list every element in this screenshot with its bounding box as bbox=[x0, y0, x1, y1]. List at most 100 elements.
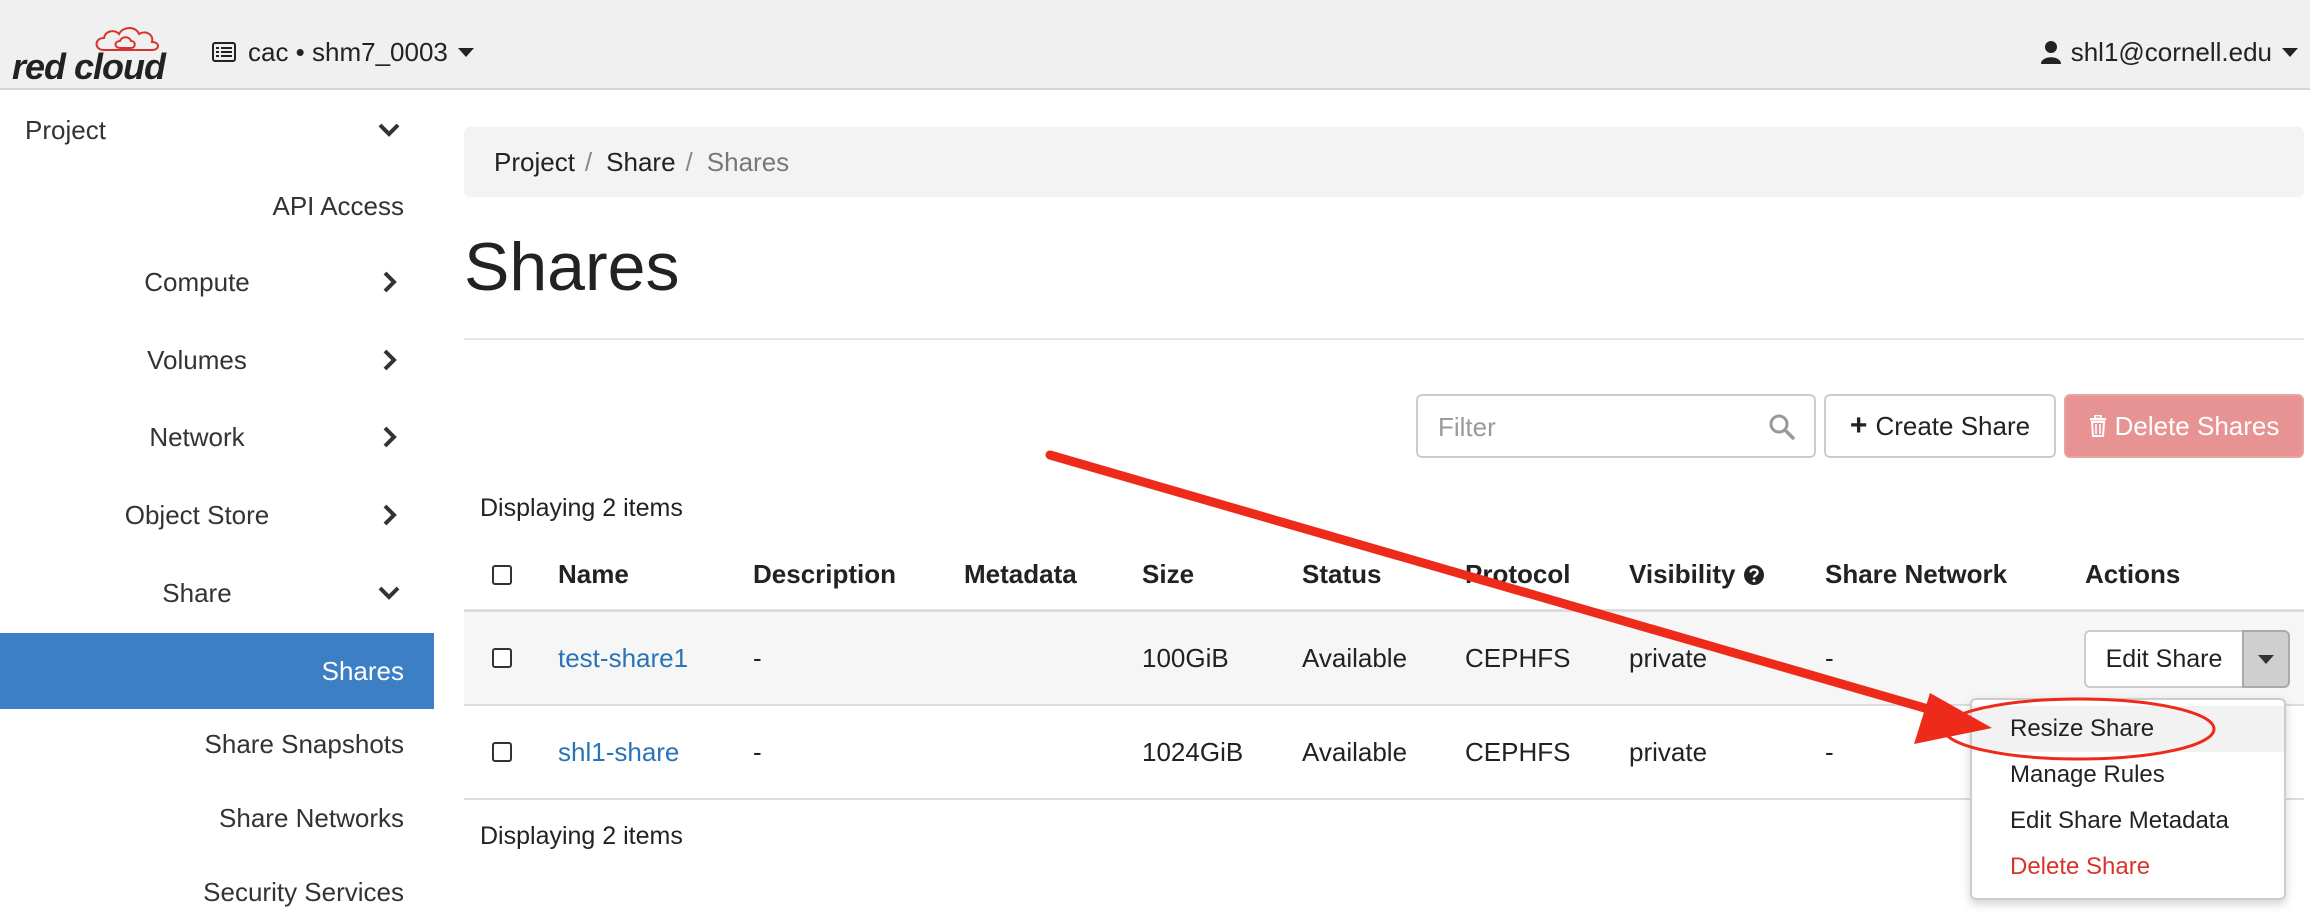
question-circle-icon[interactable] bbox=[1743, 564, 1765, 586]
logo-text: red cloud bbox=[12, 46, 166, 87]
sidebar-item-api-access[interactable]: API Access bbox=[0, 168, 434, 244]
sidebar: Project API Access Compute Volumes Netwo… bbox=[0, 92, 434, 916]
row-select-cell bbox=[492, 706, 512, 798]
column-header-share-network[interactable]: Share Network bbox=[1825, 540, 2007, 609]
share-visibility: private bbox=[1629, 642, 1708, 673]
create-share-label: Create Share bbox=[1875, 410, 2031, 441]
plus-icon: + bbox=[1849, 409, 1868, 442]
project-name: cac • shm7_0003 bbox=[248, 36, 448, 67]
share-status: Available bbox=[1302, 736, 1408, 767]
breadcrumb: Project / Share / Shares bbox=[464, 127, 2304, 197]
column-header-protocol[interactable]: Protocol bbox=[1465, 540, 1570, 609]
chevron-down-icon bbox=[378, 123, 400, 137]
select-all-cell bbox=[492, 540, 512, 609]
share-size: 1024GiB bbox=[1142, 736, 1244, 767]
filter-box bbox=[1416, 394, 1816, 458]
title-divider bbox=[464, 338, 2304, 340]
menu-item-resize-share[interactable]: Resize Share bbox=[1972, 706, 2284, 752]
sidebar-item-share-snapshots[interactable]: Share Snapshots bbox=[0, 706, 434, 782]
filter-input[interactable] bbox=[1438, 408, 1758, 446]
column-header-actions: Actions bbox=[2085, 559, 2181, 589]
chevron-right-icon bbox=[383, 271, 397, 293]
sidebar-item-share[interactable]: Share bbox=[0, 555, 434, 631]
sidebar-item-label: Share Snapshots bbox=[204, 728, 404, 759]
red-cloud-logo[interactable]: red cloud bbox=[12, 24, 166, 87]
sidebar-item-label: API Access bbox=[272, 190, 405, 221]
sidebar-item-label: Share bbox=[162, 577, 232, 608]
menu-item-edit-share-metadata[interactable]: Edit Share Metadata bbox=[1972, 798, 2284, 844]
user-icon bbox=[2040, 41, 2061, 64]
caret-down-icon bbox=[2282, 47, 2298, 57]
share-protocol: CEPHFS bbox=[1465, 642, 1571, 673]
delete-shares-label: Delete Shares bbox=[2114, 410, 2280, 441]
sidebar-item-network[interactable]: Network bbox=[0, 399, 434, 475]
sidebar-item-share-networks[interactable]: Share Networks bbox=[0, 780, 434, 856]
trash-icon bbox=[2089, 415, 2106, 437]
share-status: Available bbox=[1302, 642, 1408, 673]
column-header-name[interactable]: Name bbox=[558, 540, 629, 609]
share-visibility: private bbox=[1629, 736, 1708, 767]
row-checkbox[interactable] bbox=[492, 648, 512, 668]
sidebar-item-label: Compute bbox=[144, 266, 250, 297]
row-select-cell bbox=[492, 612, 512, 704]
sidebar-item-project[interactable]: Project bbox=[0, 92, 434, 168]
select-all-checkbox[interactable] bbox=[492, 564, 512, 585]
create-share-button[interactable]: + Create Share bbox=[1824, 394, 2056, 458]
project-selector[interactable]: cac • shm7_0003 bbox=[212, 34, 474, 70]
row-actions-split-button: Edit Share bbox=[2084, 630, 2290, 688]
sidebar-item-object-store[interactable]: Object Store bbox=[0, 477, 434, 553]
table-header-row: Name Description Metadata Size Status Pr… bbox=[464, 540, 2304, 612]
column-header-description[interactable]: Description bbox=[753, 540, 896, 609]
item-count: Displaying 2 items bbox=[480, 494, 683, 522]
share-description: - bbox=[753, 736, 762, 767]
table-row: test-share1 - 100GiB Available CEPHFS pr… bbox=[464, 612, 2304, 706]
share-name-link[interactable]: shl1-share bbox=[558, 706, 679, 798]
chevron-down-icon bbox=[378, 586, 400, 600]
user-menu[interactable]: shl1@cornell.edu bbox=[2040, 34, 2298, 70]
visibility-header-label: Visibility bbox=[1629, 559, 1736, 589]
row-checkbox[interactable] bbox=[492, 742, 512, 762]
list-icon bbox=[212, 42, 236, 62]
breadcrumb-project[interactable]: Project bbox=[494, 147, 575, 178]
caret-down-icon bbox=[457, 47, 474, 57]
sidebar-item-label: Volumes bbox=[147, 344, 247, 375]
menu-item-delete-share[interactable]: Delete Share bbox=[1972, 844, 2284, 890]
column-header-metadata[interactable]: Metadata bbox=[964, 540, 1077, 609]
breadcrumb-shares: Shares bbox=[706, 146, 790, 177]
item-count-footer: Displaying 2 items bbox=[480, 822, 683, 850]
sidebar-item-compute[interactable]: Compute bbox=[0, 244, 434, 320]
chevron-right-icon bbox=[383, 504, 397, 526]
sidebar-item-volumes[interactable]: Volumes bbox=[0, 322, 434, 398]
actions-dropdown-toggle[interactable] bbox=[2242, 630, 2290, 688]
column-header-status[interactable]: Status bbox=[1302, 540, 1381, 609]
sidebar-item-shares[interactable]: Shares bbox=[0, 633, 434, 709]
share-network: - bbox=[1825, 736, 1834, 767]
sidebar-item-label: Shares bbox=[321, 655, 404, 686]
caret-down-icon bbox=[2258, 654, 2274, 664]
sidebar-item-label: Security Services bbox=[203, 876, 404, 907]
share-protocol: CEPHFS bbox=[1465, 736, 1571, 767]
breadcrumb-separator: / bbox=[685, 146, 693, 177]
chevron-right-icon bbox=[383, 426, 397, 448]
column-header-visibility[interactable]: Visibility bbox=[1629, 540, 1765, 609]
menu-item-manage-rules[interactable]: Manage Rules bbox=[1972, 752, 2284, 798]
row-actions-menu: Resize Share Manage Rules Edit Share Met… bbox=[1970, 698, 2286, 900]
sidebar-item-label: Object Store bbox=[124, 499, 270, 530]
top-navbar: red cloud cac • shm7_0003 shl1@cornell.e… bbox=[0, 0, 2310, 90]
sidebar-item-label: Project bbox=[25, 114, 106, 145]
sidebar-item-security-services[interactable]: Security Services bbox=[0, 854, 434, 916]
user-email: shl1@cornell.edu bbox=[2070, 36, 2272, 67]
breadcrumb-separator: / bbox=[584, 146, 593, 177]
share-size: 100GiB bbox=[1142, 642, 1229, 673]
share-name-link[interactable]: test-share1 bbox=[558, 612, 688, 704]
edit-share-button[interactable]: Edit Share bbox=[2084, 630, 2242, 688]
delete-shares-button[interactable]: Delete Shares bbox=[2064, 394, 2304, 458]
sidebar-item-label: Network bbox=[149, 421, 245, 452]
sidebar-item-label: Share Networks bbox=[219, 802, 404, 833]
chevron-right-icon bbox=[383, 349, 397, 371]
share-network: - bbox=[1825, 642, 1834, 673]
breadcrumb-share[interactable]: Share bbox=[606, 147, 675, 178]
page-title: Shares bbox=[464, 229, 680, 305]
search-icon[interactable] bbox=[1768, 413, 1796, 441]
column-header-size[interactable]: Size bbox=[1142, 540, 1194, 609]
